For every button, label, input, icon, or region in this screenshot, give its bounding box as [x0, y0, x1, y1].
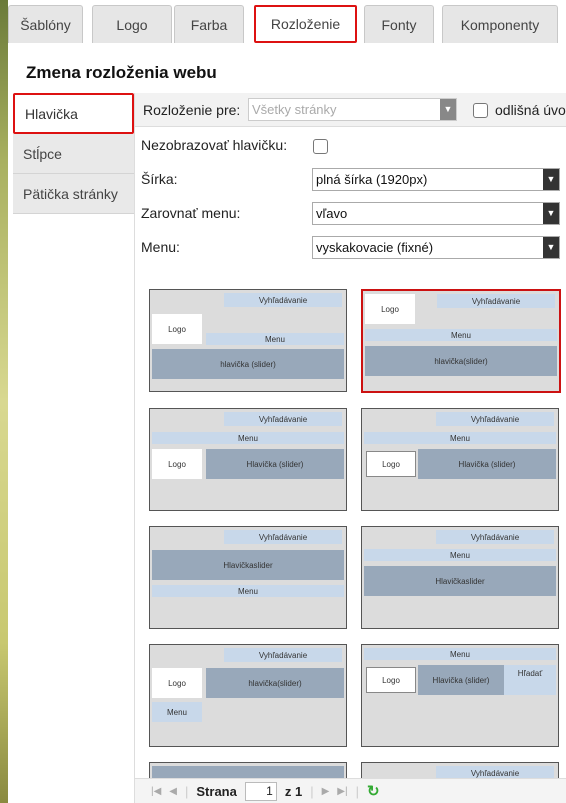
- prev-page-icon[interactable]: ◀: [169, 786, 177, 797]
- menu-block: Menu: [364, 549, 556, 561]
- tab-fonts[interactable]: Fonty: [364, 5, 434, 43]
- page-input[interactable]: 1: [244, 781, 277, 801]
- align-menu-select[interactable]: vľavo ▼: [312, 202, 560, 225]
- pager-separator: |: [185, 783, 189, 799]
- logo-block: Logo: [152, 449, 202, 479]
- first-page-icon[interactable]: |◀: [151, 786, 161, 797]
- tab-components[interactable]: Komponenty: [442, 5, 558, 43]
- logo-block: Logo: [366, 451, 416, 477]
- chevron-down-icon: ▼: [440, 99, 456, 120]
- search-block: Vyhľadávanie: [224, 648, 342, 662]
- layout-option-4[interactable]: Vyhľadávanie Menu Logo Hlavička (slider): [361, 408, 559, 511]
- layout-for-value: Všetky stránky: [252, 102, 337, 117]
- sidebar: Hlavička Stĺpce Pätička stránky: [13, 93, 135, 803]
- search-block: Hľadať: [504, 665, 556, 695]
- tab-color[interactable]: Farba: [174, 5, 244, 43]
- header-slider-block: [152, 766, 344, 778]
- menu-block: Menu: [152, 702, 202, 722]
- menu-label: Menu:: [141, 239, 180, 255]
- logo-block: Logo: [365, 294, 415, 324]
- tab-templates[interactable]: Šablóny: [8, 5, 83, 43]
- window: Šablóny Logo Farba Rozloženie Fonty Komp…: [8, 0, 566, 803]
- width-label: Šírka:: [141, 171, 178, 187]
- pager-separator: |: [310, 783, 314, 799]
- refresh-icon[interactable]: ↻: [367, 782, 380, 800]
- tab-bar: Šablóny Logo Farba Rozloženie Fonty Komp…: [8, 0, 566, 48]
- layout-option-2[interactable]: Vyhľadávanie Logo Menu hlavička(slider): [361, 289, 561, 393]
- layout-for-select[interactable]: Všetky stránky ▼: [248, 98, 457, 121]
- search-block: Vyhľadávanie: [436, 766, 554, 778]
- hide-header-checkbox[interactable]: [313, 139, 328, 154]
- hide-header-label: Nezobrazovať hlavičku:: [141, 137, 288, 153]
- header-slider-block: Hlavička (slider): [418, 449, 556, 479]
- header-slider-block: hlavička(slider): [365, 346, 557, 376]
- header-slider-block: Hlavičkaslider: [364, 566, 556, 596]
- menu-select[interactable]: vyskakovacie (fixné) ▼: [312, 236, 560, 259]
- logo-block: Logo: [152, 668, 202, 698]
- header-slider-block: hlavička (slider): [152, 349, 344, 379]
- layout-for-label: Rozloženie pre:: [143, 102, 241, 118]
- pager-separator: |: [355, 783, 359, 799]
- menu-block: Menu: [152, 585, 344, 597]
- align-menu-value: vľavo: [316, 206, 348, 221]
- sidebar-item-footer[interactable]: Pätička stránky: [13, 174, 134, 214]
- menu-block: Menu: [364, 432, 556, 444]
- page-title: Zmena rozloženia webu: [26, 63, 217, 82]
- tab-layout[interactable]: Rozloženie: [254, 5, 357, 43]
- header-slider-block: Hlavička (slider): [418, 665, 504, 695]
- layout-option-6[interactable]: Vyhľadávanie Menu Hlavičkaslider: [361, 526, 559, 629]
- width-select[interactable]: plná šírka (1920px) ▼: [312, 168, 560, 191]
- chevron-down-icon: ▼: [543, 237, 559, 258]
- search-block: Vyhľadávanie: [224, 530, 342, 544]
- search-block: Vyhľadávanie: [224, 293, 342, 307]
- chevron-down-icon: ▼: [543, 169, 559, 190]
- menu-block: Menu: [152, 432, 344, 444]
- logo-block: Logo: [152, 314, 202, 344]
- search-block: Vyhľadávanie: [437, 294, 555, 308]
- layout-option-8[interactable]: Menu Logo Hlavička (slider) Hľadať: [361, 644, 559, 747]
- chevron-down-icon: ▼: [543, 203, 559, 224]
- layout-option-9[interactable]: [149, 762, 347, 778]
- last-page-icon[interactable]: ▶|: [337, 786, 347, 797]
- search-block: Vyhľadávanie: [436, 412, 554, 426]
- next-page-icon[interactable]: ▶: [322, 786, 330, 797]
- menu-block: Menu: [365, 329, 557, 341]
- menu-block: Menu: [364, 648, 556, 660]
- layout-option-7[interactable]: Vyhľadávanie Logo hlavička(slider) Menu: [149, 644, 347, 747]
- page-label: Strana: [196, 783, 237, 799]
- align-menu-label: Zarovnať menu:: [141, 205, 241, 221]
- header-slider-block: Hlavička (slider): [206, 449, 344, 479]
- width-value: plná šírka (1920px): [316, 172, 428, 187]
- pager: |◀ ◀ | Strana 1 z 1 | ▶ ▶| | ↻: [135, 778, 566, 803]
- menu-block: Menu: [206, 333, 344, 345]
- page-count-label: z 1: [284, 783, 303, 799]
- header-slider-block: hlavička(slider): [206, 668, 344, 698]
- layout-option-10[interactable]: Vyhľadávanie: [361, 762, 559, 778]
- sidebar-item-header[interactable]: Hlavička: [13, 93, 134, 134]
- layout-option-3[interactable]: Vyhľadávanie Menu Logo Hlavička (slider): [149, 408, 347, 511]
- header-slider-block: Hlavičkaslider: [152, 550, 344, 580]
- search-block: Vyhľadávanie: [436, 530, 554, 544]
- different-homepage-label: odlišná úvo: [495, 102, 566, 118]
- layout-option-1[interactable]: Vyhľadávanie Logo Menu hlavička (slider): [149, 289, 347, 392]
- layout-form: Rozloženie pre: Všetky stránky ▼ odlišná…: [135, 93, 566, 803]
- different-homepage-checkbox[interactable]: [473, 103, 488, 118]
- layout-option-5[interactable]: Vyhľadávanie Hlavičkaslider Menu: [149, 526, 347, 629]
- logo-block: Logo: [366, 667, 416, 693]
- sidebar-item-columns[interactable]: Stĺpce: [13, 134, 134, 174]
- layout-scope-row: Rozloženie pre: Všetky stránky ▼ odlišná…: [135, 93, 566, 127]
- search-block: Vyhľadávanie: [224, 412, 342, 426]
- menu-value: vyskakovacie (fixné): [316, 240, 434, 255]
- tab-logo[interactable]: Logo: [92, 5, 172, 43]
